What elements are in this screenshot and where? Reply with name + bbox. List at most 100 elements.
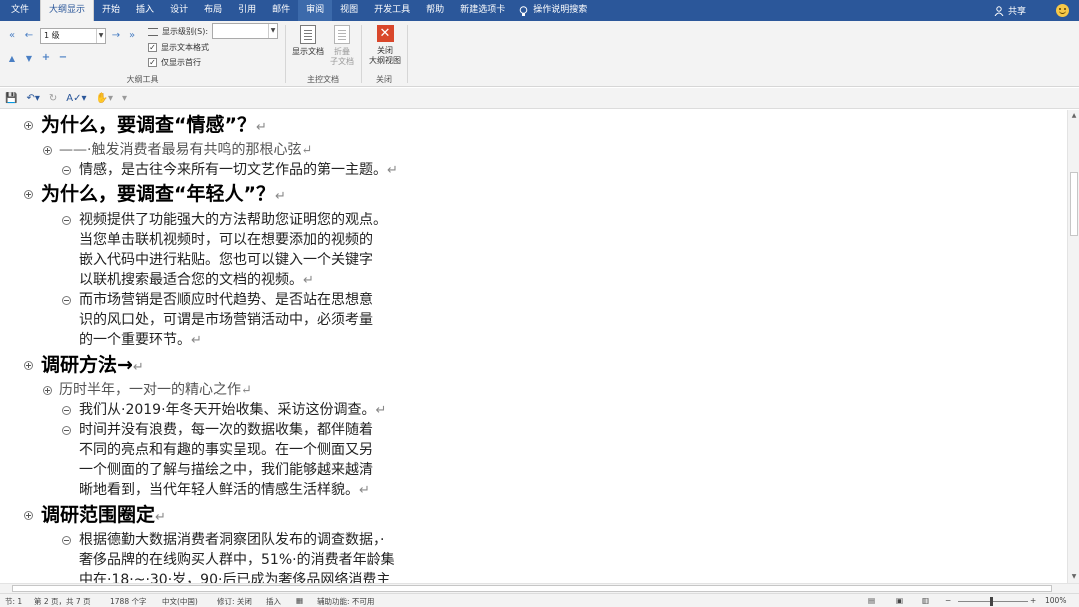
body-line: 嵌入代码中进行粘贴。您也可以键入一个关键字	[79, 252, 373, 268]
zoom-in-icon[interactable]: +	[1030, 596, 1036, 605]
heading-1-paragraph[interactable]: 为什么，要调查“情感”？↵	[41, 113, 267, 140]
heading-2-paragraph[interactable]: 历时半年，一对一的精心之作↵	[59, 380, 252, 401]
status-language[interactable]: 中文(中国)	[162, 596, 198, 607]
horizontal-scroll-thumb[interactable]	[12, 585, 1052, 592]
heading-1-paragraph[interactable]: 为什么，要调查“年轻人”？↵	[41, 182, 286, 209]
lightbulb-icon	[519, 5, 528, 16]
tab-review[interactable]: 审阅	[298, 0, 333, 21]
share-button[interactable]: 共享	[994, 4, 1026, 17]
body-line: 一个侧面的了解与描绘之中，我们能够越来越清	[79, 462, 373, 478]
zoom-slider-thumb[interactable]	[990, 597, 993, 606]
read-mode-icon[interactable]: ▤	[868, 596, 875, 605]
body-paragraph[interactable]: 视频提供了功能强大的方法帮助您证明您的观点。 当您单击联机视频时，可以在想要添加…	[79, 210, 387, 291]
status-section[interactable]: 节: 1	[5, 596, 22, 607]
print-layout-icon[interactable]: ▣	[896, 596, 903, 605]
heading-text: 为什么，要调查“年轻人”？	[41, 183, 275, 205]
outline-level-select[interactable]: 1 级 ▼	[40, 28, 106, 44]
body-bullet-icon[interactable]	[62, 426, 71, 435]
body-line: 中在·18·~·30·岁，90·后已成为奢侈品网络消费主	[79, 572, 391, 583]
body-bullet-icon[interactable]	[62, 216, 71, 225]
body-bullet-icon[interactable]	[62, 166, 71, 175]
promote-to-heading1-icon[interactable]: «	[6, 30, 18, 42]
close-outline-view-button[interactable]: ✕ 关闭 大纲视图	[365, 25, 405, 66]
body-paragraph[interactable]: 时间并没有浪费，每一次的数据收集，都伴随着 不同的亮点和有趣的事实呈现。在一个侧…	[79, 420, 373, 501]
scroll-up-icon[interactable]: ▲	[1068, 110, 1079, 122]
tab-outline[interactable]: 大纲显示	[40, 0, 95, 21]
web-layout-icon[interactable]: ▥	[922, 596, 929, 605]
tab-new[interactable]: 新建选项卡	[452, 0, 513, 21]
expand-bullet-icon[interactable]	[24, 361, 33, 370]
demote-to-body-icon[interactable]: »	[126, 30, 138, 42]
checkmark-icon: ✓	[148, 43, 157, 52]
body-paragraph[interactable]: 我们从·2019·年冬天开始收集、采访这份调查。↵	[79, 400, 386, 421]
expand-bullet-icon[interactable]	[24, 121, 33, 130]
show-first-line-checkbox[interactable]: ✓ 仅显示首行	[148, 57, 201, 68]
body-paragraph[interactable]: 根据德勤大数据消费者洞察团队发布的调查数据，· 奢侈品牌的在线购买人群中，51%…	[79, 530, 395, 583]
show-text-format-label: 显示文本格式	[161, 43, 209, 52]
expand-icon[interactable]: +	[40, 52, 52, 64]
show-level-label: 显示级别(S):	[162, 27, 209, 36]
tab-home[interactable]: 开始	[94, 0, 128, 21]
collapse-subdocuments-button[interactable]: 折叠 子文档	[326, 25, 358, 67]
demote-icon[interactable]: →	[110, 30, 122, 42]
expand-bullet-icon[interactable]	[43, 146, 52, 155]
tab-developer[interactable]: 开发工具	[366, 0, 418, 21]
heading-2-paragraph[interactable]: ——·触发消费者最易有共鸣的那根心弦↵	[59, 140, 312, 161]
feedback-smiley-icon[interactable]	[1056, 4, 1069, 17]
save-icon[interactable]: 💾	[5, 93, 17, 104]
promote-icon[interactable]: ←	[23, 30, 35, 42]
vertical-scrollbar[interactable]: ▲ ▼	[1067, 110, 1079, 583]
expand-bullet-icon[interactable]	[24, 190, 33, 199]
zoom-out-icon[interactable]: −	[945, 596, 951, 605]
body-bullet-icon[interactable]	[62, 536, 71, 545]
macro-record-icon[interactable]: ▦	[296, 596, 303, 605]
tab-layout[interactable]: 布局	[196, 0, 230, 21]
tab-design[interactable]: 设计	[162, 0, 196, 21]
zoom-slider[interactable]	[958, 601, 1028, 602]
document-area[interactable]: 为什么，要调查“情感”？↵ ——·触发消费者最易有共鸣的那根心弦↵ 情感，是古往…	[0, 110, 1067, 583]
redo-icon[interactable]: ↻	[49, 93, 57, 104]
tab-file[interactable]: 文件	[0, 0, 40, 21]
expand-bullet-icon[interactable]	[43, 386, 52, 395]
body-line: 奢侈品牌的在线购买人群中，51%·的消费者年龄集	[79, 552, 395, 568]
heading-1-paragraph[interactable]: 调研范围圈定↵	[41, 503, 166, 530]
show-text-format-checkbox[interactable]: ✓ 显示文本格式	[148, 42, 209, 53]
heading-1-paragraph[interactable]: 调研方法→↵	[41, 353, 144, 380]
body-paragraph[interactable]: 情感，是古往今来所有一切文艺作品的第一主题。↵	[79, 160, 398, 181]
body-line: 根据德勤大数据消费者洞察团队发布的调查数据，·	[79, 532, 385, 548]
tab-references[interactable]: 引用	[230, 0, 264, 21]
collapse-icon[interactable]: −	[57, 52, 69, 64]
status-insert-mode[interactable]: 插入	[266, 596, 281, 607]
customize-qat-icon[interactable]: ▾	[122, 93, 127, 104]
body-bullet-icon[interactable]	[62, 406, 71, 415]
scroll-down-icon[interactable]: ▼	[1068, 571, 1079, 583]
status-page[interactable]: 第 2 页，共 7 页	[34, 596, 91, 607]
body-line: 识的风口处，可谓是市场营销活动中，必须考量	[79, 312, 373, 328]
expand-bullet-icon[interactable]	[24, 511, 33, 520]
zoom-level[interactable]: 100%	[1045, 596, 1066, 605]
show-document-button[interactable]: 显示文档	[290, 25, 326, 57]
undo-icon[interactable]: ↶▾	[26, 93, 39, 104]
collapse-subdocuments-label-2: 子文档	[330, 57, 354, 66]
tell-me-search[interactable]: 操作说明搜索	[519, 0, 587, 21]
vertical-scroll-thumb[interactable]	[1070, 172, 1078, 236]
tab-help[interactable]: 帮助	[418, 0, 452, 21]
status-word-count[interactable]: 1788 个字	[110, 596, 146, 607]
show-level-select[interactable]: ▼	[212, 23, 278, 39]
touch-mode-icon[interactable]: ✋▾	[96, 93, 113, 104]
body-paragraph[interactable]: 而市场营销是否顺应时代趋势、是否站在思想意 识的风口处，可谓是市场营销活动中，必…	[79, 290, 373, 351]
horizontal-scrollbar[interactable]	[0, 583, 1079, 593]
tab-insert[interactable]: 插入	[128, 0, 162, 21]
show-level-row: 显示级别(S):	[148, 26, 208, 37]
spelling-icon[interactable]: A✓▾	[66, 93, 86, 104]
move-down-icon[interactable]: ▼	[23, 53, 35, 65]
body-bullet-icon[interactable]	[62, 296, 71, 305]
paragraph-mark: ↵	[359, 483, 370, 498]
tab-mailings[interactable]: 邮件	[264, 0, 298, 21]
tab-view[interactable]: 视图	[332, 0, 366, 21]
ribbon-separator	[407, 25, 408, 83]
status-accessibility[interactable]: 辅助功能: 不可用	[317, 596, 374, 607]
body-line: 不同的亮点和有趣的事实呈现。在一个侧面又另	[79, 442, 373, 458]
move-up-icon[interactable]: ▲	[6, 53, 18, 65]
status-track-changes[interactable]: 修订: 关闭	[217, 596, 252, 607]
